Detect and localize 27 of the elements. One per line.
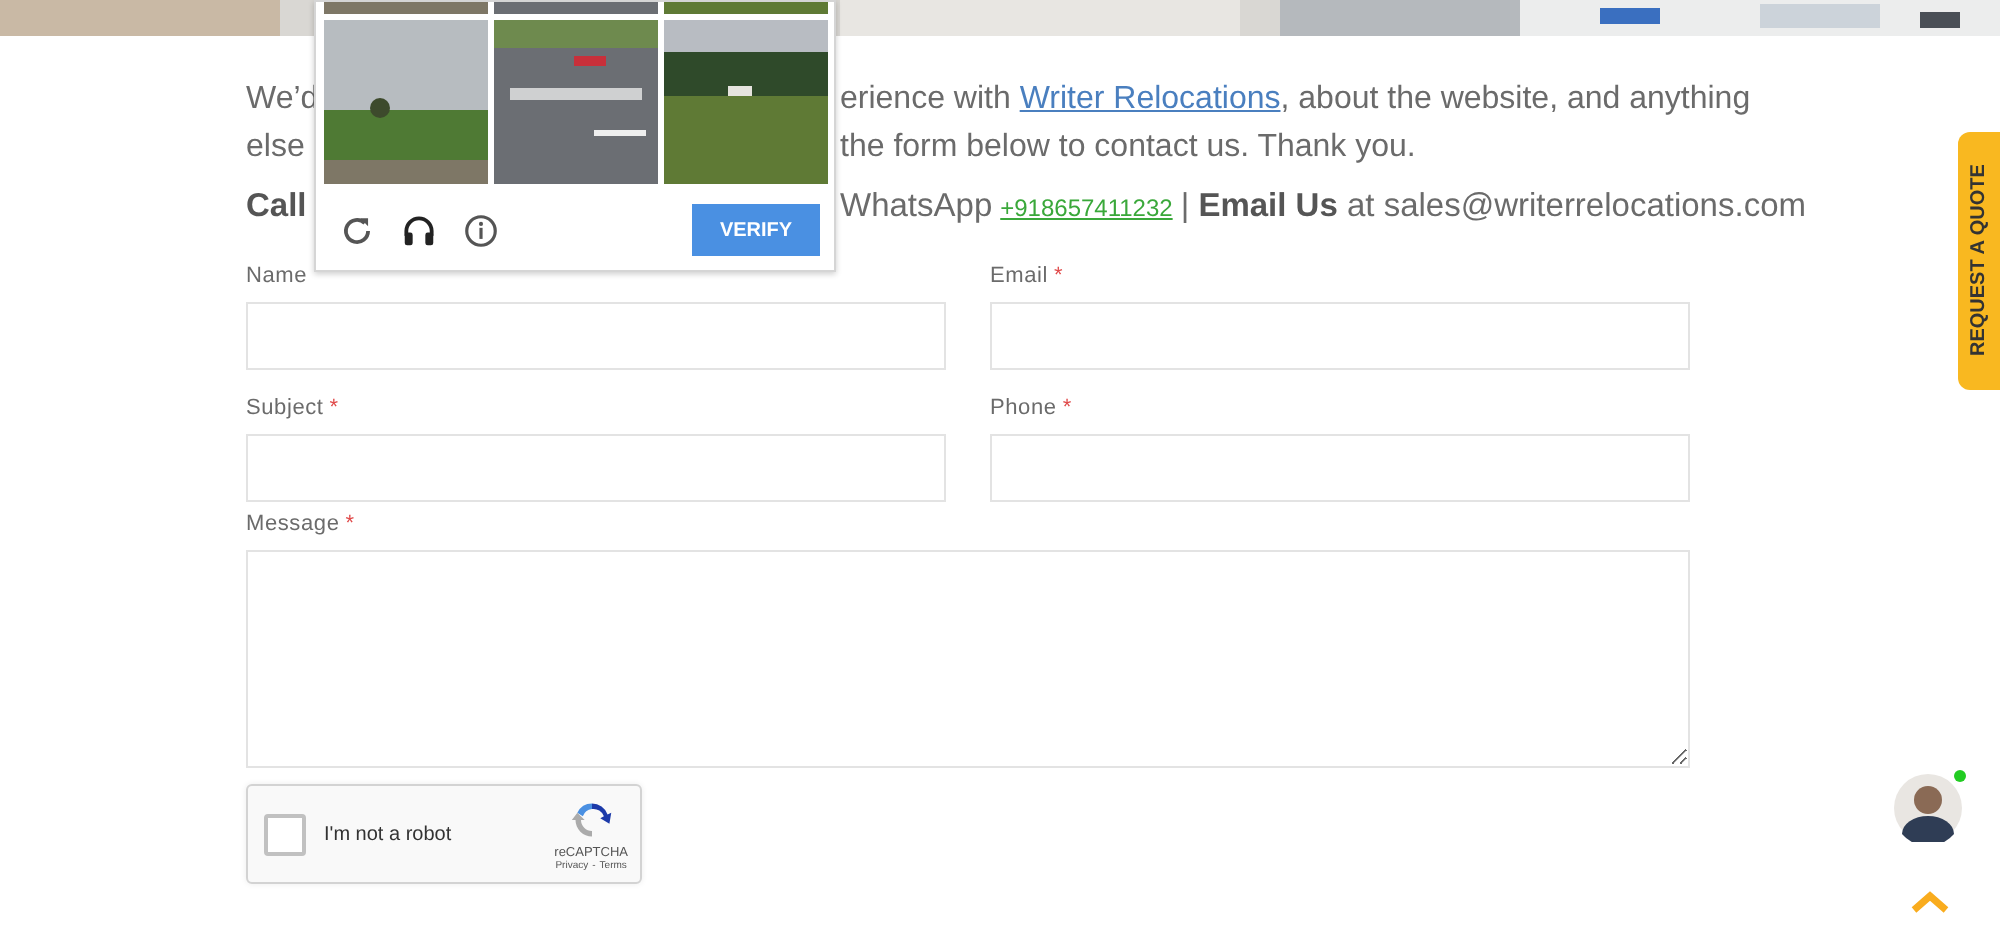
input-field[interactable] bbox=[990, 302, 1690, 370]
chat-avatar-icon[interactable] bbox=[1894, 774, 1962, 842]
request-quote-tab[interactable]: REQUEST A QUOTE bbox=[1958, 132, 2000, 390]
required-asterisk: * bbox=[329, 396, 339, 420]
info-icon[interactable] bbox=[462, 211, 500, 249]
field-label: Message bbox=[246, 512, 340, 536]
input-field[interactable] bbox=[246, 434, 946, 502]
intro-text: else bbox=[246, 128, 305, 168]
email-text: | Email Us at sales@writerrelocations.com bbox=[1180, 188, 1806, 224]
required-asterisk: * bbox=[1062, 396, 1072, 420]
field-label: Email bbox=[990, 264, 1049, 288]
checkbox[interactable] bbox=[264, 813, 306, 855]
field-label: Subject bbox=[246, 396, 324, 420]
input-field[interactable] bbox=[990, 434, 1690, 502]
required-asterisk: * bbox=[1054, 264, 1064, 288]
message-field[interactable] bbox=[246, 550, 1690, 768]
field-label: Phone bbox=[990, 396, 1057, 420]
checkbox-label: I'm not a robot bbox=[324, 823, 452, 845]
input-field[interactable] bbox=[246, 302, 946, 370]
company-link[interactable]: Writer Relocations bbox=[1019, 82, 1281, 116]
scroll-up-icon[interactable] bbox=[1910, 890, 1950, 914]
intro-text: erience with Writer Relocations, about the website, and anything bbox=[840, 80, 1753, 120]
whatsapp-label: WhatsApp bbox=[840, 188, 993, 224]
call-label: Call bbox=[246, 186, 307, 228]
field-label: Name bbox=[246, 264, 308, 288]
required-asterisk: * bbox=[345, 512, 355, 536]
headphones-icon[interactable] bbox=[400, 211, 438, 249]
